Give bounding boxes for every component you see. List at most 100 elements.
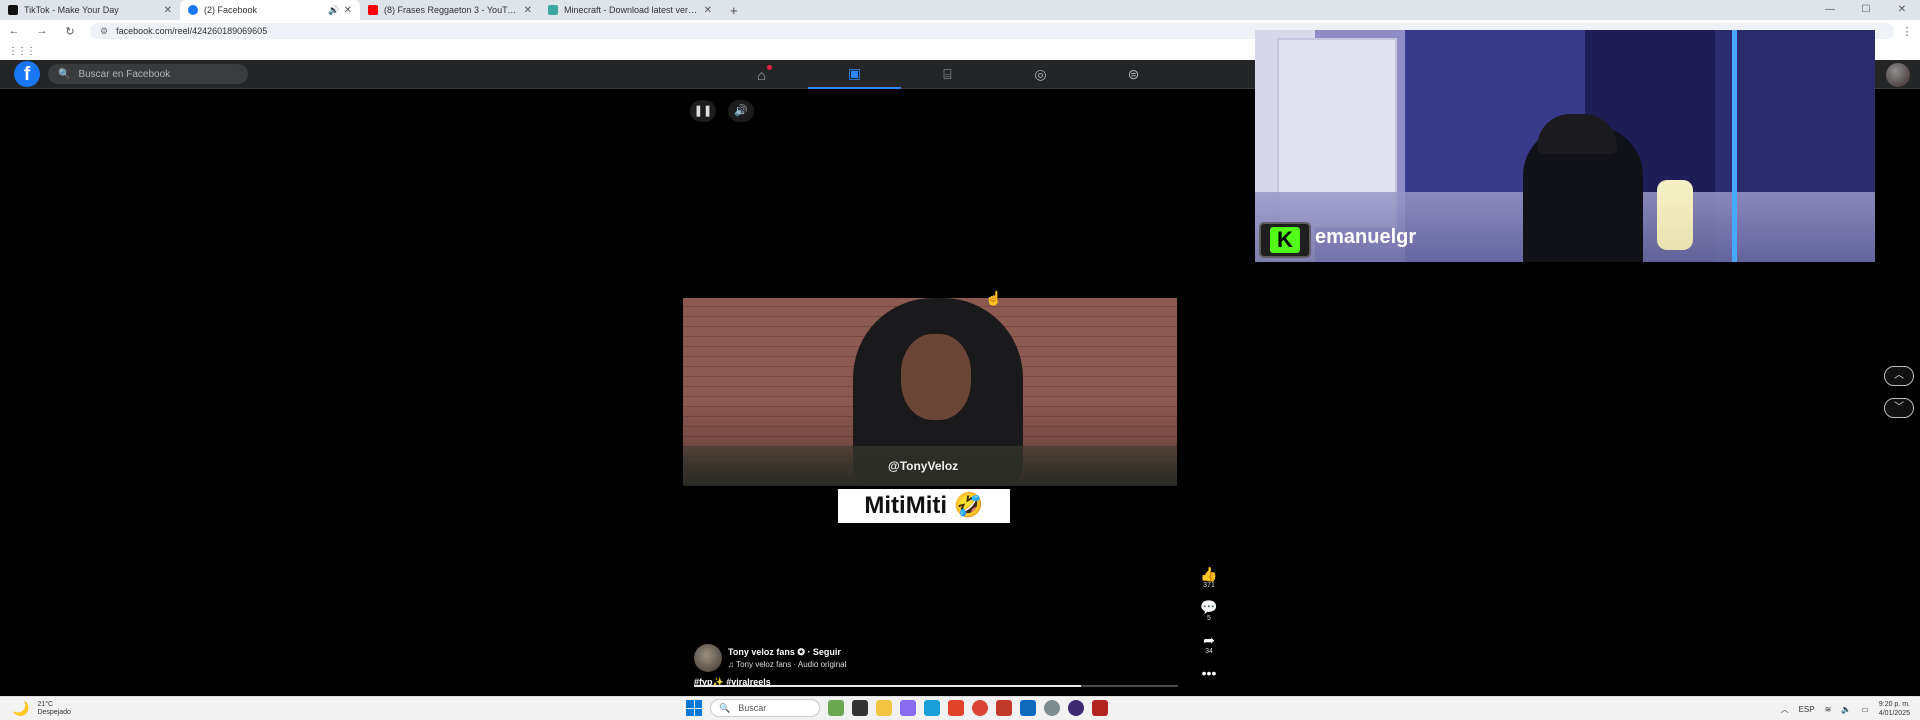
reel-progress-fill (694, 685, 1082, 687)
audio-label[interactable]: ♫ Tony veloz fans · Audio original (728, 660, 846, 669)
reel-actions: 👍 371 💬 5 ➦ 34 ••• (1198, 566, 1220, 681)
obs-icon[interactable] (1068, 700, 1084, 716)
comment-count: 5 (1207, 615, 1211, 622)
windows-start-icon[interactable] (686, 700, 702, 716)
like-count: 371 (1203, 582, 1215, 589)
windows-taskbar: 🌙 21°C Despejado 🔍 Buscar ︿ ESP ≋ 🔈 ▭ 9:… (0, 696, 1920, 720)
taskbar-search[interactable]: 🔍 Buscar (710, 699, 820, 717)
reel-navigation: ︿ ﹀ (1884, 366, 1914, 418)
tab-facebook[interactable]: (2) Facebook 🔊 ✕ (180, 0, 360, 20)
gaming-icon[interactable]: ⊜ (1087, 60, 1180, 89)
battery-icon[interactable]: ▭ (1861, 705, 1869, 714)
video-subject-face (901, 334, 971, 420)
reload-icon[interactable]: ↻ (56, 25, 84, 38)
more-options-icon[interactable]: ••• (1202, 665, 1217, 681)
previous-reel-icon[interactable]: ︿ (1884, 366, 1914, 386)
reel-caption: MitiMiti 🤣 (838, 489, 1010, 523)
window-controls: — ☐ ✕ (1812, 0, 1920, 20)
search-placeholder: Buscar en Facebook (78, 68, 171, 80)
maximize-icon[interactable]: ☐ (1848, 0, 1884, 20)
volume-icon[interactable]: 🔈 (1841, 705, 1851, 714)
wifi-icon[interactable]: ≋ (1825, 705, 1832, 714)
profile-avatar[interactable] (1886, 63, 1910, 87)
reel-video[interactable]: @TonyVeloz (683, 298, 1177, 486)
close-tab-icon[interactable]: ✕ (344, 5, 352, 16)
tab-tiktok[interactable]: TikTok - Make Your Day ✕ (0, 0, 180, 20)
minecraft-favicon-icon (548, 5, 558, 15)
extensions-icon[interactable]: ⋮ (1894, 25, 1920, 38)
author-row: Tony veloz fans ✪ · Seguir ♫ Tony veloz … (694, 644, 994, 672)
like-icon[interactable]: 👍 (1200, 566, 1217, 582)
tab-title: TikTok - Make Your Day (24, 5, 119, 15)
reel-info: Tony veloz fans ✪ · Seguir ♫ Tony veloz … (694, 644, 994, 688)
facebook-main-tabs: ⌂ ▣ ⌸ ◎ ⊜ (715, 60, 1180, 89)
chevron-up-icon[interactable]: ︿ (1781, 704, 1789, 715)
facebook-search-input[interactable]: 🔍 Buscar en Facebook (48, 64, 248, 84)
home-icon[interactable]: ⌂ (715, 60, 808, 89)
store-icon[interactable] (996, 700, 1012, 716)
next-reel-icon[interactable]: ﹀ (1884, 398, 1914, 418)
groups-icon[interactable]: ◎ (994, 60, 1087, 89)
speaker-icon[interactable]: 🔊 (328, 5, 339, 16)
tab-title: (2) Facebook (204, 5, 258, 15)
office-icon[interactable] (948, 700, 964, 716)
kick-logo-icon: K (1259, 222, 1311, 258)
weather-moon-icon: 🌙 (12, 700, 30, 716)
chrome-icon[interactable] (972, 700, 988, 716)
clock[interactable]: 9:20 p. m. 4/01/2025 (1879, 700, 1910, 718)
video-watermark: @TonyVeloz (888, 459, 959, 473)
widgets-icon[interactable] (828, 700, 844, 716)
facebook-logo[interactable]: f (14, 61, 40, 87)
share-icon[interactable]: ➦ (1203, 632, 1215, 648)
streamer-webcam-overlay: K emanuelgr (1255, 30, 1875, 262)
task-view-icon[interactable] (852, 700, 868, 716)
comment-icon[interactable]: 💬 (1200, 599, 1217, 615)
file-explorer-icon[interactable] (876, 700, 892, 716)
tab-minecraft[interactable]: Minecraft - Download latest version ✕ (540, 0, 720, 20)
forward-icon[interactable]: → (28, 25, 56, 37)
reel-progress-bar[interactable] (694, 685, 1178, 687)
facebook-favicon-icon (188, 5, 198, 15)
pause-icon[interactable]: ❚❚ (690, 100, 716, 122)
taskbar-center: 🔍 Buscar (686, 699, 1108, 717)
close-tab-icon[interactable]: ✕ (524, 5, 532, 16)
author-avatar[interactable] (694, 644, 722, 672)
tab-title: (8) Frases Reggaeton 3 - YouTube (384, 5, 520, 15)
reel-controls: ❚❚ 🔊 (690, 100, 754, 122)
youtube-favicon-icon (368, 5, 378, 15)
taskbar-search-placeholder: Buscar (738, 703, 767, 713)
streamer-cap (1537, 114, 1617, 154)
search-icon: 🔍 (719, 702, 731, 713)
apps-grid-icon[interactable]: ⋮⋮⋮ (8, 46, 36, 57)
language-indicator[interactable]: ESP (1799, 705, 1815, 714)
back-icon[interactable]: ← (0, 25, 28, 37)
minimize-icon[interactable]: — (1812, 0, 1848, 20)
edge-icon[interactable] (924, 700, 940, 716)
tiktok-favicon-icon (8, 5, 18, 15)
microphone (1657, 180, 1693, 250)
marketplace-icon[interactable]: ⌸ (901, 60, 994, 89)
weather-widget[interactable]: 🌙 21°C Despejado (12, 700, 71, 717)
close-tab-icon[interactable]: ✕ (704, 5, 712, 16)
kick-logo-letter: K (1270, 227, 1300, 253)
close-window-icon[interactable]: ✕ (1884, 0, 1920, 20)
app-icon[interactable] (1092, 700, 1108, 716)
site-info-icon[interactable]: ⚙ (100, 26, 108, 37)
mouse-cursor-icon: ☝ (985, 290, 1003, 306)
close-tab-icon[interactable]: ✕ (164, 5, 172, 16)
search-icon: 🔍 (58, 68, 71, 80)
browser-tab-strip: TikTok - Make Your Day ✕ (2) Facebook 🔊 … (0, 0, 1920, 20)
notification-dot (767, 65, 772, 70)
reels-icon[interactable]: ▣ (808, 60, 901, 89)
webcam-led-strip (1732, 30, 1737, 262)
volume-icon[interactable]: 🔊 (728, 100, 754, 122)
copilot-icon[interactable] (900, 700, 916, 716)
system-tray: ︿ ESP ≋ 🔈 ▭ 9:20 p. m. 4/01/2025 (1781, 697, 1910, 720)
outlook-icon[interactable] (1020, 700, 1036, 716)
clock-date: 4/01/2025 (1878, 710, 1910, 717)
settings-icon[interactable] (1044, 700, 1060, 716)
tab-title: Minecraft - Download latest version (564, 5, 700, 15)
tab-youtube[interactable]: (8) Frases Reggaeton 3 - YouTube ✕ (360, 0, 540, 20)
new-tab-button[interactable]: + (720, 3, 748, 18)
author-name[interactable]: Tony veloz fans ✪ · Seguir (728, 647, 846, 658)
